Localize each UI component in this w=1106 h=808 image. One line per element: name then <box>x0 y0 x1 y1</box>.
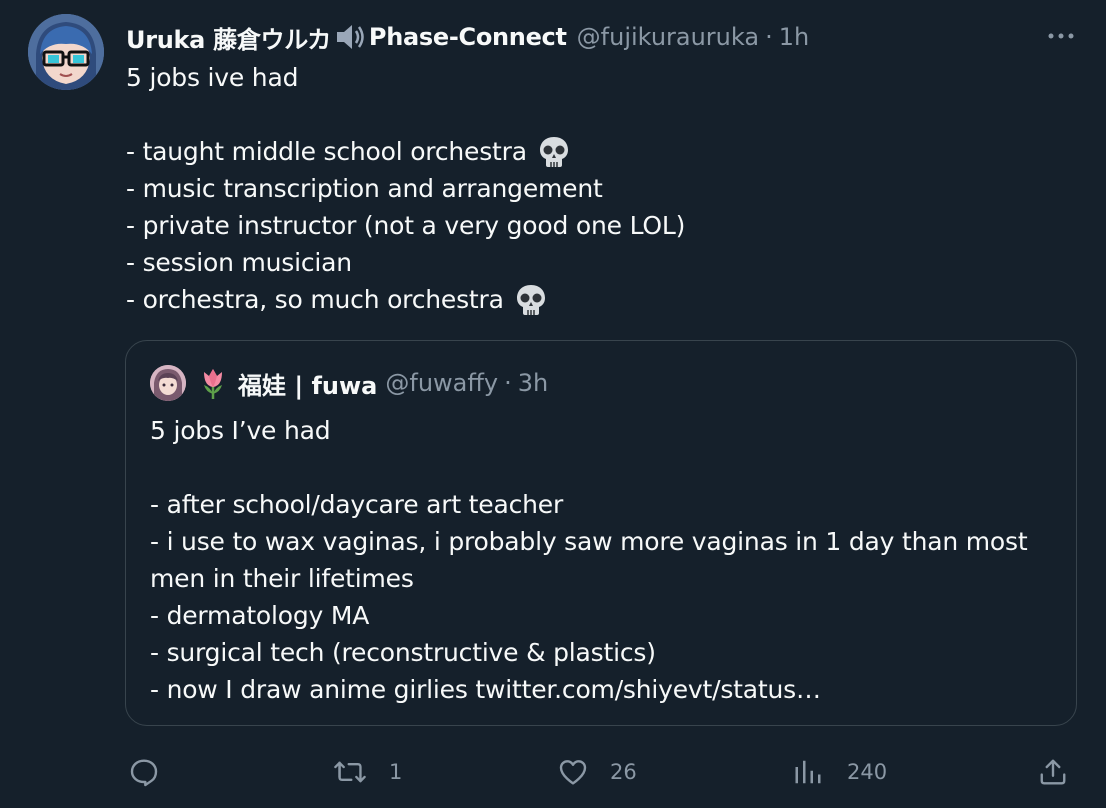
retweet-icon <box>334 761 366 783</box>
author-name[interactable]: Uruka 藤倉ウルカ <box>126 20 331 55</box>
retweet-button[interactable]: 1 <box>333 752 402 792</box>
quote-tweet-card[interactable]: 福娃 | fuwa @fuwaffy · 3h 5 jobs I’ve had … <box>125 340 1077 726</box>
tweet-text-line: 5 jobs ive had <box>126 63 299 92</box>
share-icon <box>1040 759 1066 785</box>
views-count: 240 <box>847 760 888 784</box>
quote-text-line: - after school/daycare art teacher <box>150 490 564 519</box>
retweet-count: 1 <box>389 760 403 784</box>
speaker-icon <box>334 22 368 52</box>
more-icon <box>1048 33 1074 39</box>
like-button[interactable]: 26 <box>556 752 637 792</box>
reply-button[interactable] <box>128 752 178 792</box>
tweet-text: 5 jobs ive had - taught middle school or… <box>126 59 1066 318</box>
tweet-text-line: - private instructor (not a very good on… <box>126 211 686 240</box>
tweet-timestamp[interactable]: 1h <box>779 23 809 51</box>
like-count: 26 <box>610 760 637 784</box>
share-button[interactable] <box>1038 752 1068 792</box>
author-handle[interactable]: @fujikurauruka <box>577 23 759 51</box>
tweet-header: Uruka 藤倉ウルカ Phase-Connect @fujikurauruka… <box>126 19 809 55</box>
quote-text: 5 jobs I’ve had - after school/daycare a… <box>150 412 1050 708</box>
separator-dot: · <box>504 369 512 397</box>
quote-text-line: - surgical tech (reconstructive & plasti… <box>150 638 656 667</box>
tweet-text-line: - session musician <box>126 248 352 277</box>
quote-timestamp[interactable]: 3h <box>518 369 548 397</box>
quote-text-line: 5 jobs I’ve had <box>150 416 331 445</box>
author-avatar[interactable] <box>28 14 104 90</box>
quote-author-avatar[interactable] <box>150 365 186 401</box>
separator-dot: · <box>765 23 773 51</box>
skull-emoji <box>537 135 571 169</box>
tweet-text-line <box>126 96 1066 133</box>
quote-author-name[interactable]: 福娃 | fuwa <box>238 366 377 401</box>
views-button[interactable]: 240 <box>793 752 887 792</box>
tweet-text-line: - taught middle school orchestra <box>126 133 1066 170</box>
quote-text-line: - i use to wax vaginas, i probably saw m… <box>150 527 1028 556</box>
heart-icon <box>559 760 587 785</box>
quote-text-line: men in their lifetimes <box>150 564 414 593</box>
tweet-text-line: - orchestra, so much orchestra <box>126 281 1066 318</box>
author-name-suffix[interactable]: Phase-Connect <box>369 23 567 51</box>
skull-emoji <box>514 283 548 317</box>
quote-text-line: - now I draw anime girlies twitter.com/s… <box>150 675 821 704</box>
quote-text-line: - dermatology MA <box>150 601 370 630</box>
quote-text-line <box>150 449 1050 486</box>
analytics-icon <box>795 760 821 784</box>
quote-header: 福娃 | fuwa @fuwaffy · 3h <box>150 363 548 403</box>
tweet-text-line: - music transcription and arrangement <box>126 174 603 203</box>
more-options-button[interactable] <box>1046 24 1076 48</box>
quote-author-handle[interactable]: @fuwaffy <box>385 369 498 397</box>
tulip-emoji <box>198 366 228 400</box>
reply-icon <box>130 759 158 787</box>
